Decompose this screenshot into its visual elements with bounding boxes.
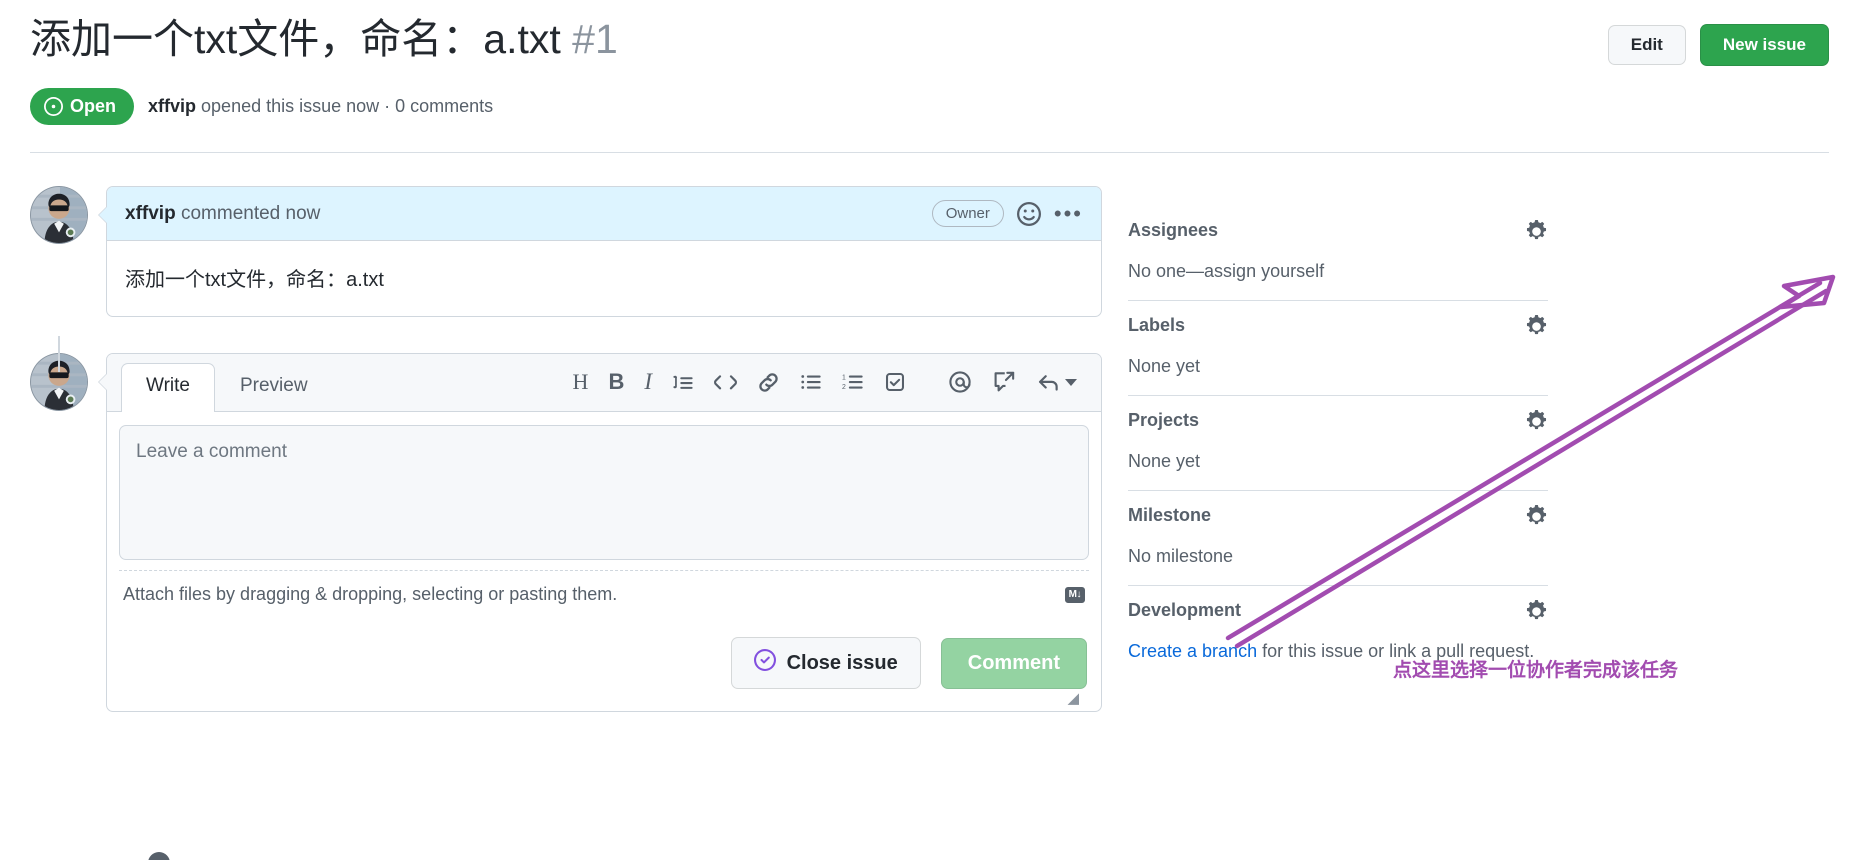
comment-form-item: Write Preview H B I 1 2 Leave a comment … xyxy=(30,353,1102,712)
code-icon[interactable] xyxy=(704,365,747,400)
sidebar-section-projects: Projects None yet xyxy=(1128,396,1548,491)
unordered-list-icon[interactable] xyxy=(790,365,832,399)
header-divider xyxy=(30,152,1829,153)
milestone-value: No milestone xyxy=(1128,546,1234,566)
sidebar-section-header: Assignees xyxy=(1128,220,1548,243)
sidebar-section-milestone: Milestone No milestone xyxy=(1128,491,1548,586)
saved-reply-icon[interactable] xyxy=(1026,364,1087,401)
cross-reference-icon[interactable] xyxy=(982,364,1026,400)
projects-value: None yet xyxy=(1128,451,1201,471)
sidebar-section-header: Development xyxy=(1128,600,1548,623)
svg-text:2: 2 xyxy=(842,384,846,391)
issue-author[interactable]: xffvip xyxy=(148,96,196,116)
issue-header: 添加一个txt文件，命名：a.txt #1 Edit New issue Ope… xyxy=(30,14,1829,125)
tab-preview[interactable]: Preview xyxy=(215,363,333,412)
tab-write[interactable]: Write xyxy=(121,363,215,412)
page-title: 添加一个txt文件，命名：a.txt #1 xyxy=(30,14,618,65)
timeline-connector xyxy=(58,336,60,372)
comment-submit-button[interactable]: Comment xyxy=(940,637,1087,689)
issue-meta-text: xffvip opened this issue now · 0 comment… xyxy=(148,96,493,117)
sidebar-section-header: Labels xyxy=(1128,315,1548,338)
milestone-gear-icon[interactable] xyxy=(1525,505,1548,528)
comment-header-actions: Owner ••• xyxy=(931,200,1083,227)
milestone-title: Milestone xyxy=(1128,505,1212,525)
issue-page: 添加一个txt文件，命名：a.txt #1 Edit New issue Ope… xyxy=(0,0,1859,860)
issue-opened-icon xyxy=(44,97,63,116)
chevron-down-icon xyxy=(1065,378,1077,386)
new-issue-button[interactable]: New issue xyxy=(1699,24,1829,66)
assignees-title: Assignees xyxy=(1128,220,1219,240)
projects-title: Projects xyxy=(1128,410,1200,430)
comment-form-tabnav: Write Preview H B I 1 2 xyxy=(107,354,1101,412)
comment-form-actions: Close issue Comment xyxy=(107,619,1101,711)
comment-textarea-wrap: Leave a comment ◢ xyxy=(107,412,1101,707)
status-badge: Open xyxy=(30,88,135,125)
svg-text:1: 1 xyxy=(842,374,846,381)
assignees-gear-icon[interactable] xyxy=(1525,220,1548,243)
issue-meta-rest: opened this issue now · 0 comments xyxy=(196,96,494,116)
italic-icon[interactable]: I xyxy=(634,363,662,401)
mention-icon[interactable] xyxy=(938,364,982,400)
labels-title: Labels xyxy=(1128,315,1186,335)
header-actions: Edit New issue xyxy=(1607,14,1829,66)
development-gear-icon[interactable] xyxy=(1525,600,1548,623)
title-row: 添加一个txt文件，命名：a.txt #1 Edit New issue xyxy=(30,14,1829,66)
comment-author-line: xffvip commented now xyxy=(125,203,320,225)
comment-author-name[interactable]: xffvip xyxy=(125,203,176,224)
issue-closed-icon xyxy=(753,649,776,677)
issue-sidebar: Assignees No one—assign yourself Labels … xyxy=(1128,206,1548,680)
owner-badge: Owner xyxy=(931,200,1004,227)
bold-icon[interactable]: B xyxy=(598,363,634,401)
assignees-value[interactable]: No one—assign yourself xyxy=(1128,261,1548,282)
development-title: Development xyxy=(1128,600,1242,620)
avatar[interactable] xyxy=(30,186,88,244)
bottom-partial-icon xyxy=(148,852,170,860)
sidebar-section-labels: Labels None yet xyxy=(1128,301,1548,396)
projects-gear-icon[interactable] xyxy=(1525,410,1548,433)
tablist: Write Preview xyxy=(121,363,333,412)
resize-handle-icon[interactable]: ◢ xyxy=(1067,689,1079,707)
sidebar-section-header: Projects xyxy=(1128,410,1548,433)
link-icon[interactable] xyxy=(747,365,790,400)
close-issue-label: Close issue xyxy=(786,651,898,674)
close-issue-button[interactable]: Close issue xyxy=(730,637,921,689)
add-reaction-icon[interactable] xyxy=(1016,201,1041,226)
comment-action-text: commented now xyxy=(175,202,321,224)
task-list-icon[interactable] xyxy=(874,365,916,399)
issue-comment: xffvip commented now Owner ••• 添加一个txt文件… xyxy=(98,186,1102,317)
comment-timeline-item: xffvip commented now Owner ••• 添加一个txt文件… xyxy=(30,186,1102,317)
status-badge-label: Open xyxy=(70,96,117,116)
issue-number: #1 xyxy=(572,16,618,62)
comment-input[interactable]: Leave a comment xyxy=(119,425,1089,560)
sidebar-section-assignees: Assignees No one—assign yourself xyxy=(1128,206,1548,301)
labels-gear-icon[interactable] xyxy=(1525,315,1548,338)
markdown-toolbar: H B I 1 2 xyxy=(563,363,1087,411)
issue-main-column: xffvip commented now Owner ••• 添加一个txt文件… xyxy=(30,186,1102,712)
comment-menu-icon[interactable]: ••• xyxy=(1054,202,1083,224)
heading-icon[interactable]: H xyxy=(563,363,599,401)
issue-meta-row: Open xffvip opened this issue now · 0 co… xyxy=(30,88,1829,125)
comment-body: 添加一个txt文件，命名：a.txt xyxy=(125,269,384,291)
create-branch-link[interactable]: Create a branch xyxy=(1128,641,1257,661)
labels-value: None yet xyxy=(1128,356,1201,376)
quote-icon[interactable] xyxy=(662,365,704,399)
annotation-text: 点这里选择一位协作者完成该任务 xyxy=(1393,660,1679,681)
ordered-list-icon[interactable]: 1 2 xyxy=(832,365,874,399)
attach-files-text: Attach files by dragging & dropping, sel… xyxy=(123,584,618,604)
comment-header: xffvip commented now Owner ••• xyxy=(107,187,1101,241)
edit-button[interactable]: Edit xyxy=(1607,25,1686,65)
markdown-icon[interactable]: M↓ xyxy=(1064,586,1085,603)
new-comment-form: Write Preview H B I 1 2 Leave a comment … xyxy=(98,353,1102,712)
issue-title-text: 添加一个txt文件，命名：a.txt xyxy=(30,16,561,62)
sidebar-section-header: Milestone xyxy=(1128,505,1548,528)
attach-files-row: Attach files by dragging & dropping, sel… xyxy=(119,570,1089,619)
